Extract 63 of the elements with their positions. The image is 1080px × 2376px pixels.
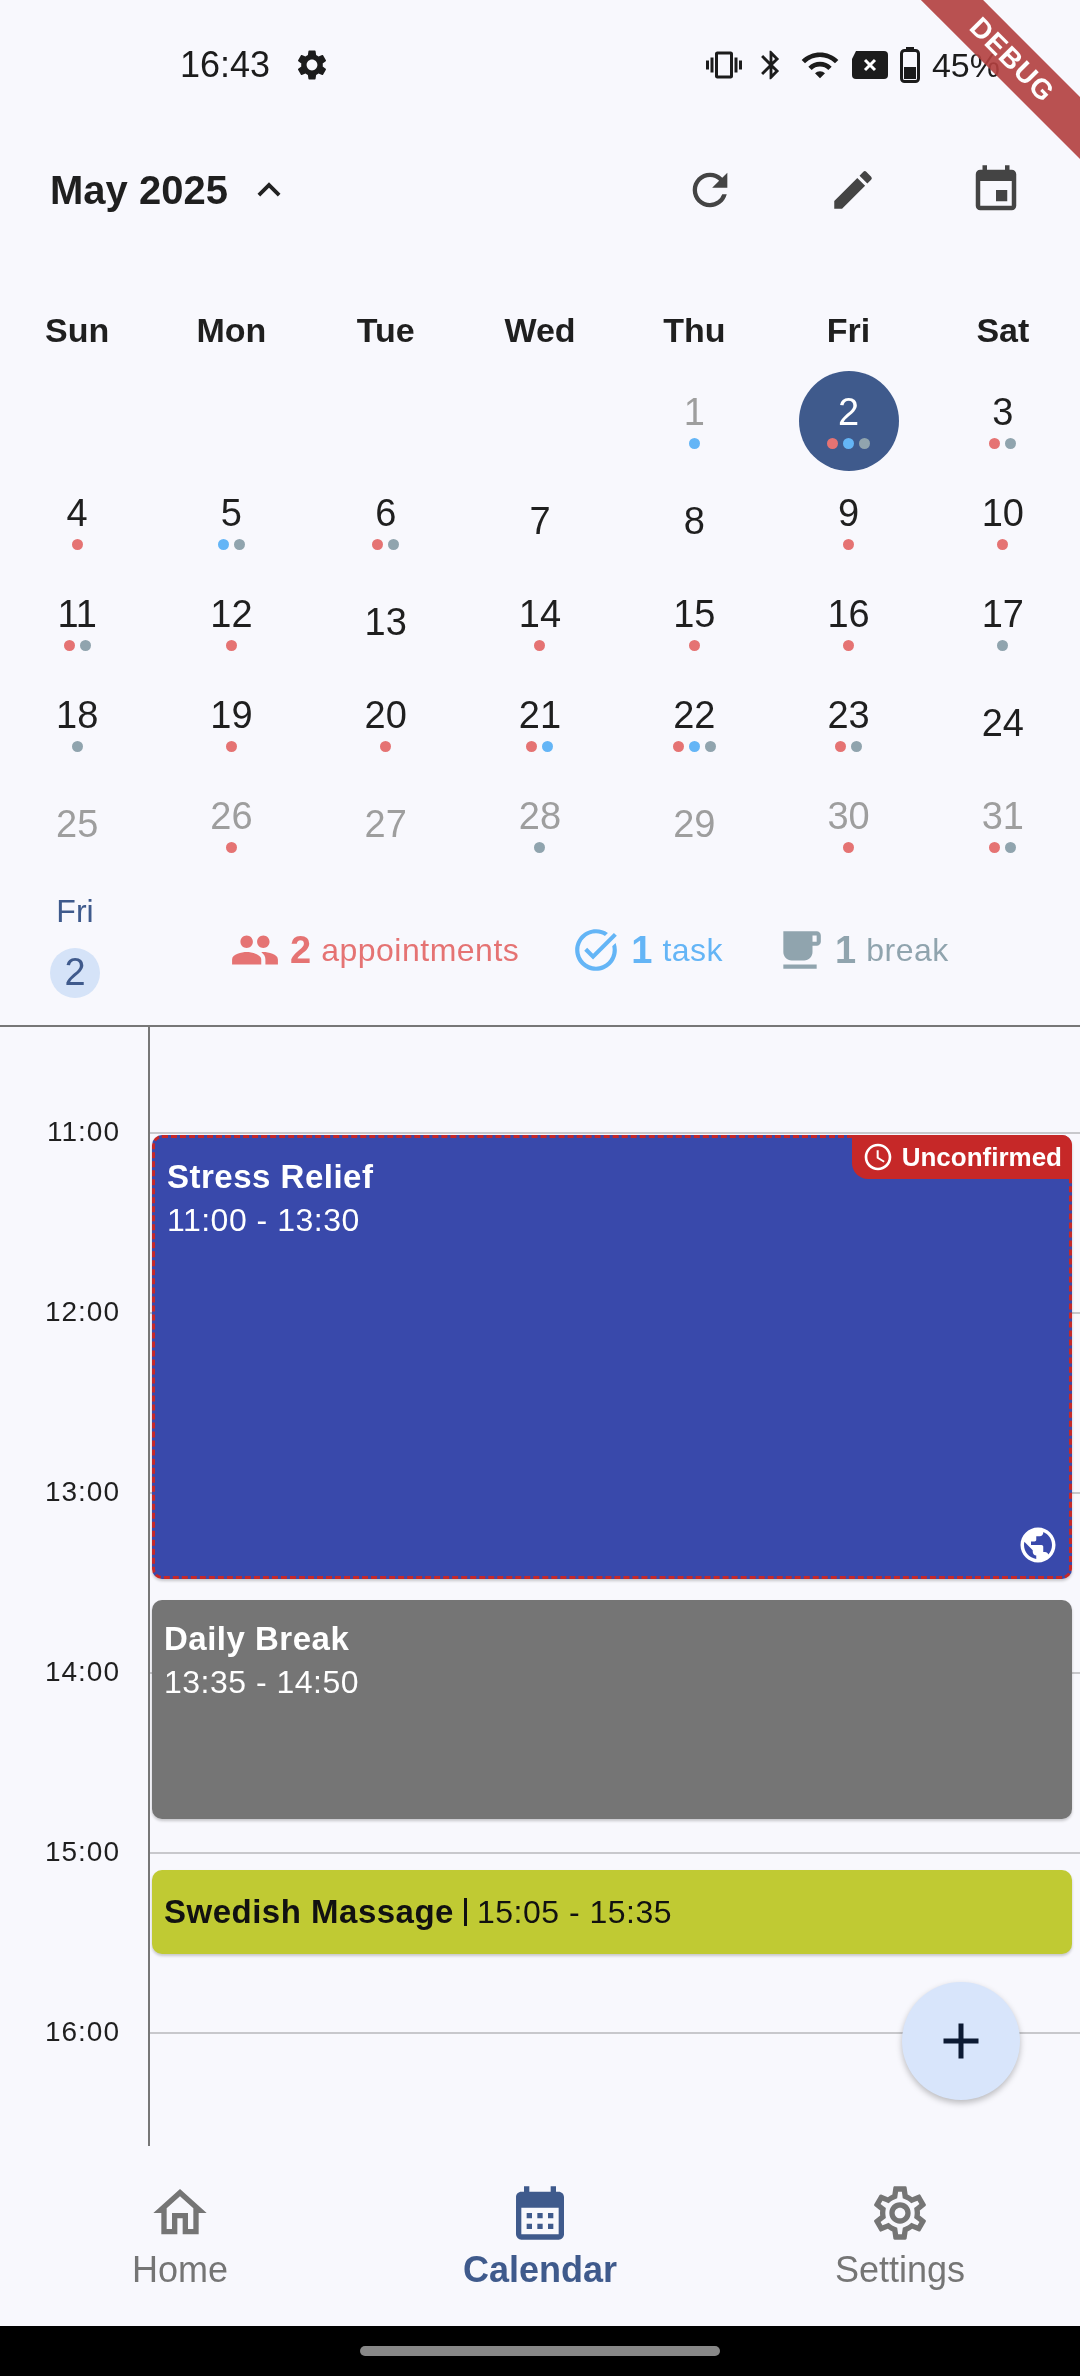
weekday-label: Thu bbox=[663, 310, 726, 350]
event-time: 13:35 - 14:50 bbox=[164, 1664, 360, 1701]
summary-label: break bbox=[866, 931, 949, 969]
calendar-day[interactable]: 18 bbox=[27, 673, 128, 774]
calendar-day[interactable]: 6 bbox=[335, 471, 436, 572]
calendar-day[interactable]: 12 bbox=[181, 572, 282, 673]
no-sim-icon bbox=[851, 51, 888, 79]
calendar-day[interactable]: 17 bbox=[952, 572, 1053, 673]
event-title: Swedish Massage bbox=[164, 1893, 454, 1931]
calendar-day[interactable]: 13 bbox=[335, 572, 436, 673]
weekday-label: Tue bbox=[356, 310, 415, 350]
nav-tab[interactable]: Settings bbox=[720, 2146, 1080, 2326]
summary-label: appointments bbox=[321, 931, 520, 969]
calendar-day[interactable]: 9 bbox=[798, 471, 899, 572]
weekday-label: Mon bbox=[196, 310, 267, 350]
event-card[interactable]: Swedish Massage 15:05 - 15:35 bbox=[152, 1870, 1072, 1954]
calendar-day[interactable]: 4 bbox=[27, 471, 128, 572]
weekday-label: Wed bbox=[504, 310, 576, 350]
hour-label: 16:00 bbox=[44, 2016, 120, 2048]
selected-date: 2 bbox=[50, 947, 100, 998]
calendar-day[interactable]: 14 bbox=[490, 572, 590, 673]
calendar-day[interactable]: 19 bbox=[181, 673, 282, 774]
calendar-day[interactable]: 23 bbox=[798, 673, 899, 774]
status-time: 16:43 bbox=[180, 44, 271, 86]
badge-label: Unconfirmed bbox=[901, 1141, 1062, 1173]
hour-label: 12:00 bbox=[44, 1296, 120, 1328]
event-card[interactable]: Stress Relief 11:00 - 13:30 Unconfirmed bbox=[152, 1135, 1072, 1579]
summary-count: 1 bbox=[835, 928, 857, 972]
calendar-day[interactable]: 16 bbox=[798, 572, 899, 673]
selected-weekday: Fri bbox=[56, 892, 94, 930]
calendar-day[interactable]: 11 bbox=[27, 572, 128, 673]
event-title: Stress Relief bbox=[167, 1158, 374, 1196]
event-time: 15:05 - 15:35 bbox=[476, 1893, 673, 1931]
hour-label: 15:00 bbox=[44, 1836, 120, 1868]
add-button[interactable] bbox=[902, 1982, 1020, 2100]
calendar-day[interactable]: 20 bbox=[335, 673, 436, 774]
event-time: 11:00 - 13:30 bbox=[167, 1202, 360, 1239]
weekday-label: Sun bbox=[45, 310, 110, 350]
nav-tab[interactable]: Calendar bbox=[360, 2146, 720, 2326]
calendar-day[interactable]: 5 bbox=[181, 471, 282, 572]
calendar-day[interactable]: 21 bbox=[490, 673, 590, 774]
summary-label: task bbox=[662, 931, 724, 969]
calendar-day[interactable]: 7 bbox=[490, 471, 590, 572]
event-card[interactable]: Daily Break 13:35 - 14:50 bbox=[152, 1600, 1072, 1819]
nav-tab[interactable]: Home bbox=[0, 2146, 360, 2326]
event-title: Daily Break bbox=[164, 1620, 350, 1658]
calendar-day[interactable]: 3 bbox=[952, 370, 1053, 471]
weekday-label: Fri bbox=[826, 310, 871, 350]
weekday-label: Sat bbox=[976, 310, 1030, 350]
calendar-day[interactable]: 24 bbox=[952, 673, 1053, 774]
calendar-day[interactable]: 15 bbox=[644, 572, 745, 673]
summary-count: 2 bbox=[290, 928, 312, 972]
calendar-day[interactable]: 2 bbox=[798, 370, 899, 471]
hour-label: 13:00 bbox=[44, 1476, 120, 1508]
battery-icon bbox=[899, 47, 920, 83]
calendar-day[interactable]: 8 bbox=[644, 471, 745, 572]
summary-count: 1 bbox=[631, 928, 653, 972]
calendar-day[interactable]: 10 bbox=[952, 471, 1053, 572]
hour-label: 14:00 bbox=[44, 1656, 120, 1688]
home-handle[interactable] bbox=[360, 2346, 720, 2356]
month-title: May 2025 bbox=[50, 167, 228, 213]
calendar-day[interactable]: 22 bbox=[644, 673, 745, 774]
hour-label: 11:00 bbox=[47, 1116, 120, 1148]
